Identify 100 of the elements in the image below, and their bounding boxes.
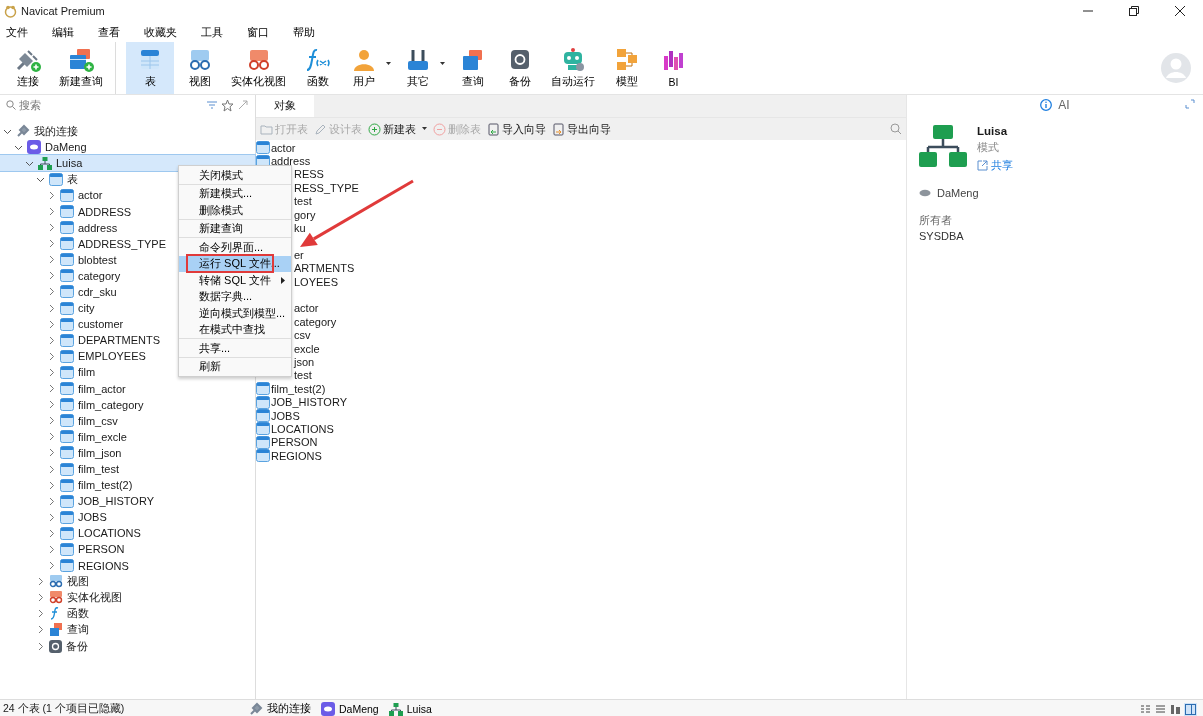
- tree-item[interactable]: JOBS: [0, 509, 255, 526]
- breadcrumb[interactable]: DaMeng: [321, 702, 379, 716]
- menu-item[interactable]: 文件: [6, 24, 38, 40]
- table-name[interactable]: excle: [294, 342, 320, 355]
- menu-item[interactable]: 新建查询: [179, 220, 291, 238]
- table-name[interactable]: ku: [294, 222, 306, 235]
- panel-view-button[interactable]: [1184, 702, 1197, 716]
- tree-item[interactable]: film_test(2): [0, 477, 255, 494]
- menu-item[interactable]: 帮助: [293, 24, 325, 40]
- table-name[interactable]: LOYEES: [294, 275, 339, 288]
- table-name[interactable]: JOB_HISTORY: [271, 396, 347, 409]
- menu-item[interactable]: 查看: [98, 24, 130, 40]
- table-icon: [60, 430, 74, 444]
- breadcrumb[interactable]: Luisa: [388, 702, 432, 716]
- restore-icon[interactable]: [1129, 6, 1139, 16]
- tree-item[interactable]: film_csv: [0, 412, 255, 429]
- toolbar-button[interactable]: 视图: [178, 42, 221, 94]
- toolbar-button[interactable]: 导出向导: [552, 121, 611, 137]
- table-name[interactable]: REGIONS: [271, 449, 322, 462]
- caret-icon[interactable]: [386, 62, 391, 65]
- caret-icon[interactable]: [440, 62, 445, 65]
- table-name[interactable]: test: [294, 195, 312, 208]
- schema-icon: [919, 125, 967, 167]
- menu-item[interactable]: 共享...: [179, 340, 291, 358]
- table-name[interactable]: JOBS: [271, 409, 300, 422]
- toolbar-button[interactable]: 函数: [296, 42, 339, 94]
- table-name[interactable]: gory: [294, 208, 316, 221]
- table-name[interactable]: RESS: [294, 168, 324, 181]
- table-name[interactable]: er: [294, 248, 304, 261]
- table-name[interactable]: json: [294, 355, 315, 368]
- menu-item[interactable]: 收藏夹: [144, 24, 187, 40]
- menu-item[interactable]: 刷新: [179, 358, 291, 375]
- table-name[interactable]: actor: [271, 141, 296, 154]
- toolbar-button[interactable]: 用户: [343, 42, 393, 94]
- tree-item[interactable]: 函数: [0, 605, 255, 622]
- toolbar-button[interactable]: 备份: [498, 42, 541, 94]
- info-icon[interactable]: [1040, 99, 1053, 111]
- tree-item[interactable]: 实体化视图: [0, 589, 255, 606]
- tree-item[interactable]: 查询: [0, 621, 255, 638]
- menu-item[interactable]: 在模式中查找: [179, 321, 291, 339]
- toolbar-button[interactable]: 导入向导: [487, 121, 546, 137]
- menu-item[interactable]: 关闭模式: [179, 167, 291, 185]
- toolbar-button[interactable]: 自动运行: [545, 42, 601, 94]
- detail-view-button[interactable]: [1154, 702, 1167, 716]
- star-icon[interactable]: [221, 98, 234, 112]
- toolbar-button[interactable]: 实体化视图: [225, 42, 292, 94]
- menu-item[interactable]: 转储 SQL 文件: [179, 272, 291, 289]
- toolbar-button[interactable]: 其它: [397, 42, 447, 94]
- table-name[interactable]: test: [294, 369, 312, 382]
- tree-item[interactable]: REGIONS: [0, 557, 255, 574]
- menu-item[interactable]: 新建模式...: [179, 185, 291, 202]
- minus-icon: [433, 122, 446, 136]
- tree-item[interactable]: film_actor: [0, 380, 255, 397]
- tree-item[interactable]: JOB_HISTORY: [0, 493, 255, 510]
- menu-item[interactable]: 删除模式: [179, 202, 291, 220]
- tree-item[interactable]: film_json: [0, 444, 255, 461]
- table-name[interactable]: LOCATIONS: [271, 422, 334, 435]
- tree-item[interactable]: film_excle: [0, 428, 255, 445]
- menu-item[interactable]: 工具: [201, 24, 233, 40]
- ai-tab[interactable]: AI: [1058, 98, 1070, 112]
- table-name[interactable]: ARTMENTS: [294, 262, 355, 275]
- menu-item[interactable]: 逆向模式到模型...: [179, 305, 291, 322]
- table-icon: [256, 382, 270, 396]
- menu-item[interactable]: 编辑: [52, 24, 84, 40]
- tree-item[interactable]: 备份: [0, 638, 255, 655]
- table-name[interactable]: csv: [294, 329, 311, 342]
- table-name[interactable]: PERSON: [271, 436, 318, 449]
- table-name[interactable]: film_test(2): [271, 382, 326, 395]
- er-view-button[interactable]: [1169, 702, 1182, 716]
- table-icon: [60, 253, 74, 267]
- import-icon: [487, 122, 500, 136]
- tree-item[interactable]: film_test: [0, 460, 255, 478]
- toolbar-button[interactable]: 表: [126, 42, 174, 94]
- tree-item[interactable]: DaMeng: [0, 139, 255, 156]
- toolbar-button[interactable]: 查询: [451, 42, 494, 94]
- share-link[interactable]: 共享: [991, 158, 1013, 173]
- breadcrumb[interactable]: 我的连接: [249, 702, 311, 716]
- table-name[interactable]: actor: [294, 302, 319, 315]
- tab[interactable]: 对象: [256, 95, 314, 117]
- toolbar-button[interactable]: 连接: [6, 42, 49, 94]
- menu-item[interactable]: 数据字典...: [179, 288, 291, 305]
- toolbar-button[interactable]: 新建查询: [53, 42, 116, 94]
- menu-item[interactable]: 命令列界面...: [179, 239, 291, 256]
- tree-item[interactable]: PERSON: [0, 541, 255, 558]
- list-view-button[interactable]: [1139, 702, 1152, 716]
- table-name[interactable]: category: [294, 315, 337, 328]
- toolbar-button[interactable]: 模型: [605, 42, 648, 94]
- collapse-icon[interactable]: [237, 99, 249, 111]
- menu-item[interactable]: 窗口: [247, 24, 279, 40]
- toolbar-button[interactable]: BI: [652, 42, 695, 94]
- tree-item[interactable]: film_category: [0, 396, 255, 413]
- close-icon[interactable]: [1175, 6, 1185, 16]
- search-icon[interactable]: [890, 123, 902, 135]
- toolbar-button[interactable]: 新建表: [368, 121, 427, 137]
- tree-item[interactable]: LOCATIONS: [0, 525, 255, 542]
- tree-item[interactable]: 我的连接: [0, 123, 255, 140]
- search-field[interactable]: 搜索: [19, 99, 203, 111]
- table-name[interactable]: RESS_TYPE: [294, 181, 359, 194]
- tree-item[interactable]: 视图: [0, 573, 255, 590]
- table-name[interactable]: address: [271, 155, 311, 168]
